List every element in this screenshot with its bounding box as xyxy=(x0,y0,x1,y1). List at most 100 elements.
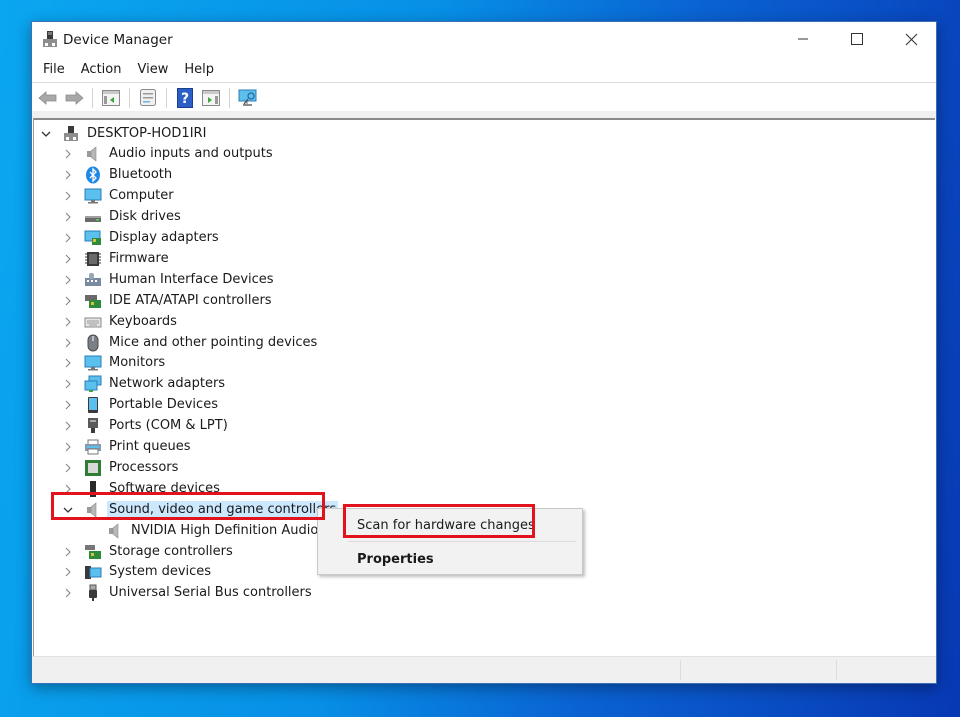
firmware-chip-icon xyxy=(84,250,102,268)
tree-item-label: Universal Serial Bus controllers xyxy=(109,585,312,601)
device-manager-window: Device Manager File Action View Help ? D… xyxy=(31,21,937,684)
chevron-right-icon[interactable] xyxy=(62,274,74,286)
status-bar xyxy=(32,656,936,683)
disk-drive-icon xyxy=(84,208,102,226)
tree-category-item[interactable]: Firmware xyxy=(62,248,171,269)
tree-category-item[interactable]: Network adapters xyxy=(62,374,227,395)
tree-category-item[interactable]: Mice and other pointing devices xyxy=(62,332,319,353)
chevron-right-icon[interactable] xyxy=(62,566,74,578)
tree-category-item[interactable]: Sound, video and game controllers xyxy=(62,499,339,520)
monitor-scan-icon xyxy=(238,89,257,106)
storage-controller-icon xyxy=(84,543,102,561)
tree-category-item[interactable]: DESKTOP-HOD1IRI xyxy=(40,123,208,144)
scan-for-hardware-changes-menu-item[interactable]: Scan for hardware changes xyxy=(318,512,582,538)
chevron-right-icon[interactable] xyxy=(62,211,74,223)
maximize-button[interactable] xyxy=(834,22,880,56)
chevron-right-icon[interactable] xyxy=(62,295,74,307)
help-icon: ? xyxy=(177,87,193,108)
tree-category-item[interactable]: Universal Serial Bus controllers xyxy=(62,583,314,604)
tree-item-label: Ports (COM & LPT) xyxy=(109,418,228,434)
chevron-right-icon[interactable] xyxy=(62,169,74,181)
tree-item-label: Disk drives xyxy=(109,209,181,225)
action-pane-icon xyxy=(202,89,220,106)
device-manager-icon xyxy=(41,30,59,50)
close-icon xyxy=(905,33,917,45)
chevron-right-icon[interactable] xyxy=(62,546,74,558)
window-title: Device Manager xyxy=(63,32,173,48)
menu-action[interactable]: Action xyxy=(73,59,130,81)
properties-menu-item[interactable]: Properties xyxy=(318,546,582,572)
toolbar-separator xyxy=(92,87,93,108)
chevron-right-icon[interactable] xyxy=(62,190,74,202)
toolbar-separator xyxy=(229,87,230,108)
chevron-right-icon[interactable] xyxy=(62,337,74,349)
chevron-right-icon[interactable] xyxy=(62,483,74,495)
chevron-right-icon[interactable] xyxy=(62,441,74,453)
tree-item-label: Mice and other pointing devices xyxy=(109,334,318,350)
chevron-right-icon[interactable] xyxy=(62,253,74,265)
tree-category-item[interactable]: Audio inputs and outputs xyxy=(62,144,275,165)
minimize-button[interactable] xyxy=(780,22,826,56)
tree-category-item[interactable]: Print queues xyxy=(62,437,193,458)
tree-category-item[interactable]: Portable Devices xyxy=(62,395,220,416)
help-button[interactable]: ? xyxy=(173,87,197,109)
bluetooth-icon xyxy=(84,166,102,184)
tree-category-item[interactable]: Processors xyxy=(62,457,180,478)
tree-category-item[interactable]: System devices xyxy=(62,562,213,583)
title-bar[interactable]: Device Manager xyxy=(32,22,936,58)
toolbar-separator xyxy=(166,87,167,108)
tree-category-item[interactable]: Monitors xyxy=(62,353,167,374)
port-icon xyxy=(84,417,102,435)
chevron-right-icon[interactable] xyxy=(62,420,74,432)
show-action-pane-button[interactable] xyxy=(199,87,223,109)
scan-hardware-button[interactable] xyxy=(236,87,260,109)
tree-category-item[interactable]: Storage controllers xyxy=(62,541,235,562)
speaker-icon xyxy=(84,501,102,519)
tree-category-item[interactable]: Computer xyxy=(62,186,176,207)
properties-button[interactable] xyxy=(136,87,160,109)
tree-device-item[interactable]: NVIDIA High Definition Audio xyxy=(84,520,320,541)
hid-icon xyxy=(84,271,102,289)
close-button[interactable] xyxy=(888,22,934,56)
chevron-right-icon[interactable] xyxy=(62,378,74,390)
menu-file[interactable]: File xyxy=(32,59,73,81)
chevron-right-icon[interactable] xyxy=(62,399,74,411)
tree-category-item[interactable]: Bluetooth xyxy=(62,165,174,186)
chevron-down-icon[interactable] xyxy=(62,504,74,516)
chevron-right-icon[interactable] xyxy=(62,357,74,369)
tree-category-item[interactable]: Human Interface Devices xyxy=(62,269,276,290)
tree-category-item[interactable]: Keyboards xyxy=(62,311,179,332)
chevron-right-icon[interactable] xyxy=(62,462,74,474)
menu-view[interactable]: View xyxy=(129,59,176,81)
tree-item-label: Portable Devices xyxy=(109,397,218,413)
forward-button[interactable] xyxy=(62,87,86,109)
toolbar: ? xyxy=(32,84,936,111)
ide-controller-icon xyxy=(84,292,102,310)
chevron-right-icon[interactable] xyxy=(62,148,74,160)
tree-item-label: Audio inputs and outputs xyxy=(109,146,273,162)
chevron-right-icon[interactable] xyxy=(62,232,74,244)
chevron-down-icon[interactable] xyxy=(40,128,52,140)
tree-category-item[interactable]: Disk drives xyxy=(62,207,183,228)
portable-device-icon xyxy=(84,396,102,414)
tree-category-item[interactable]: Ports (COM & LPT) xyxy=(62,416,230,437)
software-device-icon xyxy=(84,480,102,498)
tree-category-item[interactable]: IDE ATA/ATAPI controllers xyxy=(62,290,274,311)
network-adapter-icon xyxy=(84,375,102,393)
tree-category-item[interactable]: Display adapters xyxy=(62,228,221,249)
show-hide-console-tree-button[interactable] xyxy=(99,87,123,109)
chevron-right-icon[interactable] xyxy=(62,316,74,328)
device-tree[interactable]: DESKTOP-HOD1IRI Audio inputs and outputs B… xyxy=(33,118,935,658)
chevron-right-icon[interactable] xyxy=(62,587,74,599)
tree-item-label: Sound, video and game controllers xyxy=(107,500,339,519)
menu-bar: File Action View Help xyxy=(32,59,936,83)
speaker-icon xyxy=(106,522,124,540)
monitor-icon xyxy=(84,354,102,372)
console-tree-icon xyxy=(102,89,120,106)
back-button[interactable] xyxy=(36,87,60,109)
menu-help[interactable]: Help xyxy=(176,59,222,81)
tree-category-item[interactable]: Software devices xyxy=(62,478,222,499)
context-menu-separator xyxy=(348,541,576,542)
system-devices-icon xyxy=(84,563,102,581)
